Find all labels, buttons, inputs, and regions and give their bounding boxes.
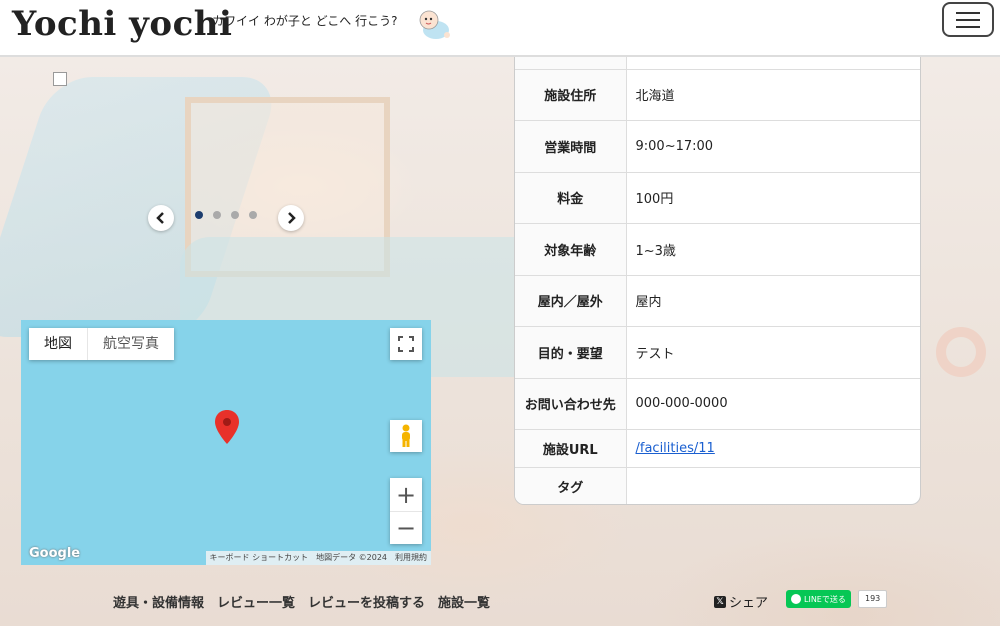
row-label: 施設URL xyxy=(515,429,627,468)
nav-equipment-info-link[interactable]: 遊具・設備情報 xyxy=(113,592,204,611)
broken-image-icon xyxy=(53,72,67,86)
carousel-prev-button[interactable] xyxy=(148,205,174,231)
line-share-label: LINEで送る xyxy=(804,594,846,604)
x-share-button[interactable]: 𝕏 シェア xyxy=(714,592,768,611)
zoom-out-button[interactable]: − xyxy=(390,511,422,544)
row-label: 目的・要望 xyxy=(515,326,627,379)
carousel-indicators xyxy=(195,211,257,219)
zoom-in-button[interactable]: + xyxy=(390,478,422,511)
row-label: お問い合わせ先 xyxy=(515,378,627,430)
table-row: タグ xyxy=(515,467,920,505)
street-view-pegman-button[interactable] xyxy=(390,420,422,452)
nav-facility-list-link[interactable]: 施設一覧 xyxy=(438,592,490,611)
google-logo[interactable]: Google xyxy=(29,546,80,561)
line-share-button[interactable]: LINEで送る xyxy=(786,590,851,608)
site-logo[interactable]: Yochi yochi xyxy=(12,4,232,44)
line-share-count: 193 xyxy=(858,590,888,608)
menu-bar xyxy=(956,25,980,28)
table-row: 目的・要望 テスト xyxy=(515,326,920,379)
row-label: 屋内／屋外 xyxy=(515,275,627,327)
keyboard-shortcuts-link[interactable]: キーボード ショートカット xyxy=(206,551,313,565)
row-value: 000-000-0000 xyxy=(626,378,920,430)
row-label: 料金 xyxy=(515,172,627,224)
map-type-map-button[interactable]: 地図 xyxy=(29,328,87,360)
carousel-dot[interactable] xyxy=(231,211,239,219)
nav-post-review-link[interactable]: レビューを投稿する xyxy=(308,592,425,611)
row-value: 1~3歳 xyxy=(626,223,920,276)
table-row: 営業時間 9:00~17:00 xyxy=(515,120,920,173)
fullscreen-icon xyxy=(398,336,414,352)
google-map[interactable]: 地図 航空写真 + − Google キーボード ショートカット 地図データ ©… xyxy=(21,320,431,565)
site-tagline: カワイイ わが子と どこへ 行こう? xyxy=(212,14,398,28)
map-marker-icon[interactable] xyxy=(215,410,239,444)
row-label: タグ xyxy=(515,467,627,504)
carousel-next-button[interactable] xyxy=(278,205,304,231)
table-row: 施設住所 北海道 xyxy=(515,69,920,121)
table-row: 屋内／屋外 屋内 xyxy=(515,275,920,327)
table-cell xyxy=(515,57,627,70)
row-label: 施設住所 xyxy=(515,69,627,121)
terms-link[interactable]: 利用規約 xyxy=(391,551,431,565)
map-zoom-control: + − xyxy=(390,478,422,544)
x-logo-icon: 𝕏 xyxy=(714,595,726,608)
row-value: 北海道 xyxy=(626,69,920,121)
x-share-label: シェア xyxy=(729,596,769,611)
hamburger-menu-button[interactable] xyxy=(942,2,994,37)
site-header: Yochi yochi カワイイ わが子と どこへ 行こう? xyxy=(0,0,1000,57)
table-row: 料金 100円 xyxy=(515,172,920,224)
chevron-right-icon xyxy=(288,212,296,224)
map-data-attribution: 地図データ ©2024 xyxy=(316,553,387,562)
pegman-icon xyxy=(402,424,410,447)
menu-bar xyxy=(956,11,980,14)
nav-review-list-link[interactable]: レビュー一覧 xyxy=(217,592,295,611)
row-value: テスト xyxy=(626,326,920,379)
row-value: 屋内 xyxy=(626,275,920,327)
map-type-satellite-button[interactable]: 航空写真 xyxy=(87,328,174,360)
baby-icon xyxy=(419,10,450,39)
chevron-left-icon xyxy=(156,212,164,224)
row-label: 対象年齢 xyxy=(515,223,627,276)
facility-info-table: 施設住所 北海道 営業時間 9:00~17:00 料金 100円 対象年齢 1~… xyxy=(514,57,921,505)
row-label: 営業時間 xyxy=(515,120,627,173)
menu-bar xyxy=(956,18,980,21)
row-value xyxy=(626,468,920,505)
map-fullscreen-button[interactable] xyxy=(390,328,422,360)
carousel-dot[interactable] xyxy=(195,211,203,219)
table-row: 対象年齢 1~3歳 xyxy=(515,223,920,276)
table-cell xyxy=(626,57,920,70)
row-value: 100円 xyxy=(626,172,920,224)
row-value: /facilities/11 xyxy=(626,429,920,468)
footer-nav: 遊具・設備情報 レビュー一覧 レビューを投稿する 施設一覧 xyxy=(113,592,490,611)
line-logo-icon xyxy=(791,594,801,604)
carousel-dot[interactable] xyxy=(249,211,257,219)
carousel-dot[interactable] xyxy=(213,211,221,219)
bg-ring-shape xyxy=(936,327,986,377)
map-type-control: 地図 航空写真 xyxy=(29,328,174,360)
row-value: 9:00~17:00 xyxy=(626,120,920,173)
table-row: お問い合わせ先 000-000-0000 xyxy=(515,378,920,430)
table-row: 施設URL /facilities/11 xyxy=(515,429,920,468)
map-footer: キーボード ショートカット 地図データ ©2024 利用規約 xyxy=(205,551,431,565)
facility-url-link[interactable]: /facilities/11 xyxy=(636,441,715,456)
